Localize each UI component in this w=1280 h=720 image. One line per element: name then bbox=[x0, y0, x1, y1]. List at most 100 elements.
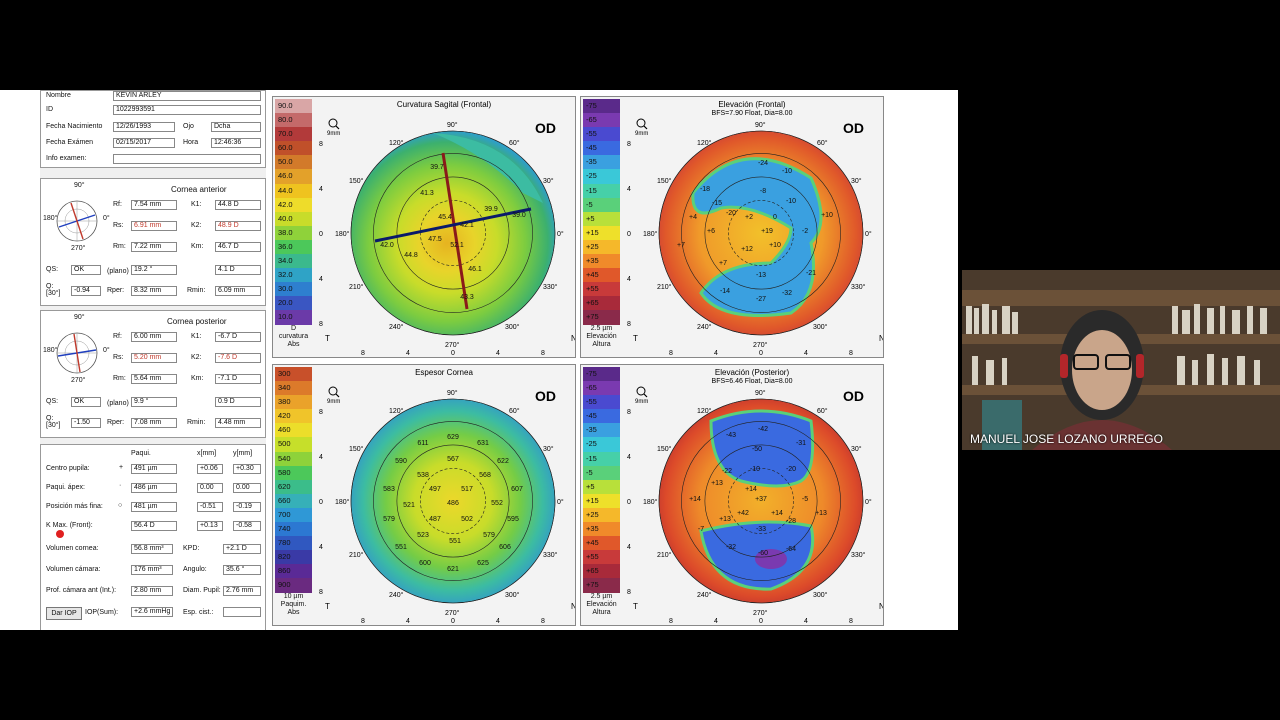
scale-cell: 380 bbox=[275, 395, 312, 410]
scale-cell: 36.0 bbox=[275, 239, 312, 255]
topography-map: OD 9mm 90° 270° 60° 120° 150° 30° 0° 180° 210° 240°… bbox=[319, 118, 575, 357]
k2-field: 48.9 D bbox=[215, 221, 261, 231]
map-value-label: -31 bbox=[796, 440, 806, 447]
scale-cell: -35 bbox=[583, 423, 620, 438]
fnac-field[interactable]: 12/26/1993 bbox=[113, 122, 175, 132]
scale-cell: 580 bbox=[275, 465, 312, 480]
axis-300: 300° bbox=[813, 323, 828, 331]
qs-field: OK bbox=[71, 265, 101, 275]
scale-cell: +65 bbox=[583, 296, 620, 311]
axis-180: 180° bbox=[335, 230, 350, 238]
axis-90: 90° bbox=[447, 389, 458, 397]
axis-330: 330° bbox=[851, 283, 866, 291]
nasal-label: N bbox=[879, 334, 883, 343]
map-value-label: 43.3 bbox=[460, 294, 474, 301]
axis-150: 150° bbox=[349, 445, 364, 453]
scale-cell: 540 bbox=[275, 451, 312, 466]
axis-60: 60° bbox=[817, 407, 828, 415]
y-tick: 4 bbox=[627, 544, 631, 551]
fexam-field[interactable]: 02/15/2017 bbox=[113, 138, 175, 148]
map-panel[interactable]: 300 340 380 420 460 500 540 580 620 660 700 740 780 8… bbox=[272, 364, 576, 626]
map-value-label: +6 bbox=[707, 228, 715, 235]
cornea-posterior-box: Cornea posterior 90° 270° 180° 0° Rf: 6.… bbox=[40, 310, 266, 438]
axis-90: 90° bbox=[755, 389, 766, 397]
map-value-label: 39.9 bbox=[484, 206, 498, 213]
nombre-field[interactable]: KEVIN ARLEY bbox=[113, 91, 261, 101]
row-y: +0.30 bbox=[233, 464, 261, 474]
row-y: 0.00 bbox=[233, 483, 261, 493]
map-title: Espesor Cornea bbox=[415, 368, 473, 377]
zoom-icon[interactable] bbox=[636, 118, 646, 128]
scale-cell: 32.0 bbox=[275, 268, 312, 283]
zoom-icon-handle bbox=[643, 125, 648, 130]
scale-cell: 60.0 bbox=[275, 141, 312, 156]
map-value-label: 0 bbox=[773, 214, 777, 221]
map-value-label: -20 bbox=[786, 466, 796, 473]
axis-120: 120° bbox=[389, 139, 404, 147]
scale-cell: +45 bbox=[583, 536, 620, 551]
rm-label: Rm: bbox=[113, 375, 126, 382]
q-label: Q: [30°] bbox=[46, 283, 61, 297]
hora-field[interactable]: 12:46:36 bbox=[211, 138, 261, 148]
zoom-label: 9mm bbox=[327, 131, 340, 137]
row-x: +0.06 bbox=[197, 464, 223, 474]
zoom-icon[interactable] bbox=[636, 386, 646, 396]
k1-label: K1: bbox=[191, 333, 202, 340]
zoom-icon[interactable] bbox=[328, 118, 338, 128]
scale-cell: +5 bbox=[583, 211, 620, 226]
cornea-anterior-box: Cornea anterior 90° 270° 180° 0° Rf: 7.5… bbox=[40, 178, 266, 306]
map-value-label: -50 bbox=[752, 446, 762, 453]
map-value-label: 551 bbox=[395, 544, 407, 551]
scale-cell: -45 bbox=[583, 141, 620, 156]
y-tick: 4 bbox=[319, 454, 323, 461]
x-tick: 4 bbox=[406, 618, 410, 625]
map-panel[interactable]: -75 -65 -55 -45 -35 -25 -15 -5 +5 +15 +25 +35 +45 +55… bbox=[580, 96, 884, 358]
wheel-right: 0° bbox=[103, 347, 110, 354]
scale-cell: 46.0 bbox=[275, 169, 312, 184]
scale-cell: 38.0 bbox=[275, 225, 312, 240]
y-tick: 8 bbox=[319, 141, 323, 148]
zoom-icon[interactable] bbox=[328, 386, 338, 396]
scale-cell: +5 bbox=[583, 479, 620, 494]
scale-cell: 700 bbox=[275, 507, 312, 523]
row-x: +0.13 bbox=[197, 521, 223, 531]
esp-field[interactable] bbox=[223, 607, 261, 617]
map-panel[interactable]: 90.0 80.0 70.0 60.0 50.0 46.0 44.0 42.0 40.0 38.0… bbox=[272, 96, 576, 358]
scale-cell: -55 bbox=[583, 127, 620, 142]
scale-cell: +35 bbox=[583, 254, 620, 269]
map-value-label: 583 bbox=[383, 486, 395, 493]
row-label: Paqui. ápex: bbox=[46, 484, 85, 491]
plano-label: (plano) bbox=[107, 400, 129, 407]
axis-330: 330° bbox=[543, 283, 558, 291]
map-panel[interactable]: -75 -65 -55 -45 -35 -25 -15 -5 +5 +15 +25 +35 +45 +55… bbox=[580, 364, 884, 626]
rper-label: Rper: bbox=[107, 287, 125, 294]
map-value-label: -10 bbox=[750, 466, 760, 473]
zoom-label: 9mm bbox=[635, 399, 648, 405]
scale-cell: 70.0 bbox=[275, 127, 312, 142]
scale-cell: 90.0 bbox=[275, 99, 312, 114]
temporal-label: T bbox=[325, 602, 330, 611]
row-label: Posición más fina: bbox=[46, 503, 103, 510]
x-tick: 0 bbox=[759, 350, 763, 357]
dar-iop-button[interactable]: Dar IOP bbox=[46, 607, 82, 620]
fexam-label: Fecha Exámen bbox=[46, 139, 94, 146]
scale-caption: Elevación bbox=[586, 332, 617, 340]
axis-90: 90° bbox=[755, 121, 766, 129]
info-field[interactable] bbox=[113, 154, 261, 164]
map-value-label: +7 bbox=[719, 260, 727, 267]
map-value-label: +14 bbox=[689, 496, 701, 503]
angulo-label: Angulo: bbox=[183, 566, 207, 573]
map-value-label: -18 bbox=[700, 186, 710, 193]
vol-camara-label: Volumen cámara: bbox=[46, 566, 101, 573]
iop-label: IOP(Sum): bbox=[85, 609, 119, 616]
axis-field: 9.9 ° bbox=[131, 397, 177, 407]
ojo-field[interactable]: Dcha bbox=[211, 122, 261, 132]
id-field[interactable]: 1022993591 bbox=[113, 105, 261, 115]
axis-30: 30° bbox=[543, 445, 554, 453]
map-value-label: 46.1 bbox=[468, 266, 482, 273]
scale-cell: 620 bbox=[275, 479, 312, 494]
map-value-label: -10 bbox=[782, 168, 792, 175]
row-y: -0.58 bbox=[233, 521, 261, 531]
x-tick: 8 bbox=[541, 350, 545, 357]
scale-cell: -55 bbox=[583, 395, 620, 410]
